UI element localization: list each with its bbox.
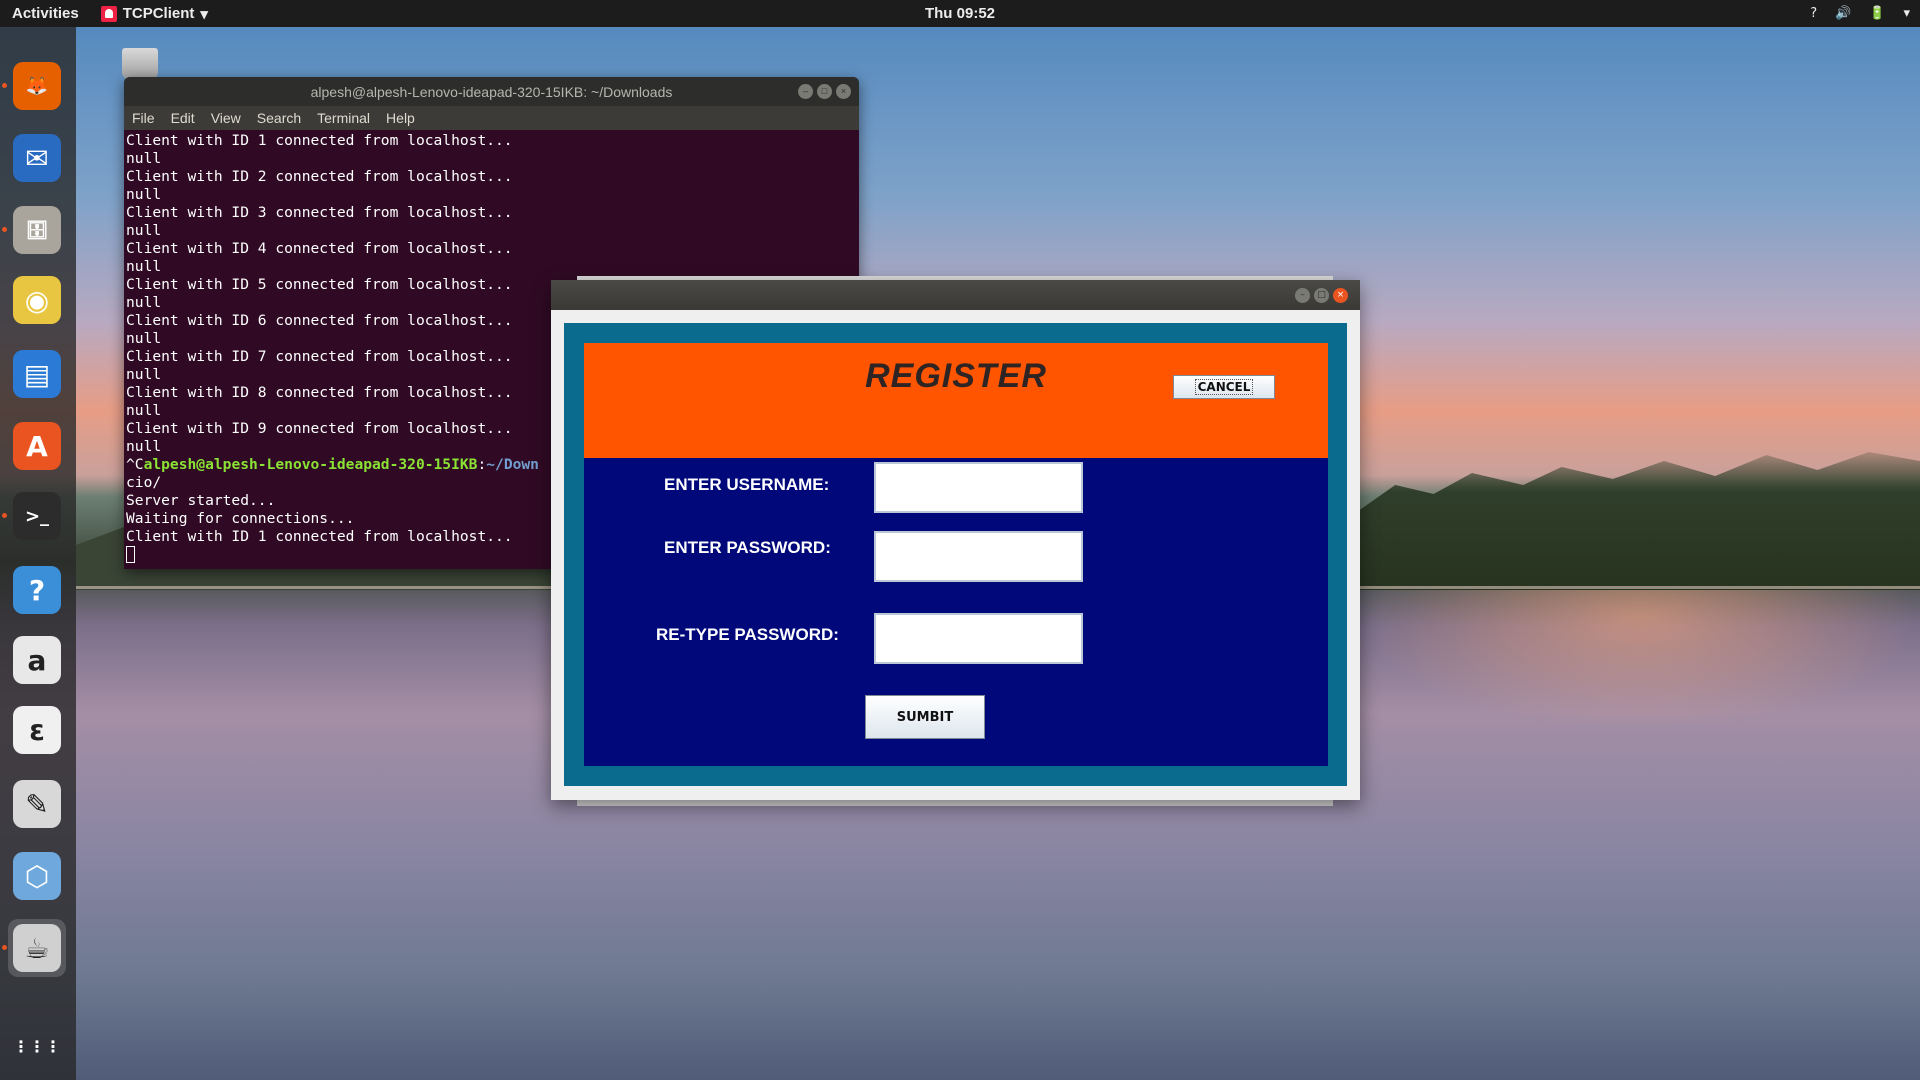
terminal-line: Client with ID 3 connected from localhos…	[126, 204, 513, 221]
password-field[interactable]	[874, 531, 1083, 582]
dock-item[interactable]: ✉	[8, 129, 66, 187]
terminal-titlebar[interactable]: alpesh@alpesh-Lenovo-ideapad-320-15IKB: …	[124, 77, 859, 106]
app-menu-label: TCPClient	[122, 5, 195, 22]
dock-item[interactable]: A	[8, 417, 66, 475]
battery-icon: 🔋	[1869, 6, 1886, 21]
username-field[interactable]	[874, 462, 1083, 513]
minimize-icon[interactable]: –	[798, 84, 813, 99]
dock-item[interactable]: a	[8, 631, 66, 689]
running-indicator	[2, 513, 7, 518]
dock: 🦊 ✉ 🗄 ◉ ▤ A >_? a ε ✎ ⬡ ☕ ⋮⋮⋮	[0, 27, 76, 1080]
dock-item[interactable]: >_	[8, 487, 66, 545]
wallpaper-reflection	[1360, 590, 1920, 730]
help-indicator-icon: ?	[1810, 6, 1818, 21]
register-form: ENTER USERNAME: ENTER PASSWORD: RE-TYPE …	[584, 458, 1328, 766]
dock-item[interactable]: ⬡	[8, 847, 66, 905]
dock-item[interactable]: 🦊	[8, 57, 66, 115]
prompt-separator: :	[477, 456, 487, 473]
terminal-line: Client with ID 1 connected from localhos…	[126, 132, 513, 149]
username-label: ENTER USERNAME:	[664, 475, 830, 494]
terminal-line: Client with ID 2 connected from localhos…	[126, 168, 513, 185]
terminal-line: null	[126, 150, 162, 167]
menu-help[interactable]: Help	[386, 110, 415, 126]
register-panel: REGISTER CANCEL ENTER USERNAME: ENTER PA…	[564, 323, 1347, 786]
java-app-icon: ☕	[13, 924, 61, 972]
system-status-menu[interactable]: ? 🔊 🔋 ▾	[1810, 6, 1910, 21]
acrobat-reader-icon: ε	[13, 706, 61, 754]
terminal-line: Client with ID 4 connected from localhos…	[126, 240, 513, 257]
terminal-title: alpesh@alpesh-Lenovo-ideapad-320-15IKB: …	[310, 83, 673, 100]
close-icon[interactable]: ×	[836, 84, 851, 99]
register-window[interactable]: – □ × REGISTER CANCEL ENTER USERNAME: EN…	[551, 280, 1360, 800]
help-icon: ?	[13, 566, 61, 614]
rhythmbox-icon: ◉	[13, 276, 61, 324]
libreoffice-writer-icon: ▤	[13, 350, 61, 398]
cursor-icon	[126, 546, 135, 563]
top-bar: Activities TCPClient ▾ Thu 09:52 ? 🔊 🔋 ▾	[0, 0, 1920, 27]
menu-search[interactable]: Search	[257, 110, 301, 126]
wallpaper-treeline	[1280, 452, 1920, 590]
running-indicator	[2, 83, 7, 88]
clock[interactable]: Thu 09:52	[925, 5, 995, 22]
dock-item[interactable]: ?	[8, 561, 66, 619]
maximize-icon[interactable]: □	[1314, 288, 1329, 303]
menu-file[interactable]: File	[132, 110, 155, 126]
dock-item[interactable]: ε	[8, 701, 66, 759]
volume-icon: 🔊	[1835, 6, 1852, 21]
virtualbox-icon: ⬡	[13, 852, 61, 900]
show-applications-icon[interactable]: ⋮⋮⋮	[8, 1017, 66, 1075]
register-header: REGISTER CANCEL	[584, 343, 1328, 458]
register-titlebar[interactable]: – □ ×	[551, 280, 1360, 310]
dock-item[interactable]: ▤	[8, 345, 66, 403]
terminal-menubar: File Edit View Search Terminal Help	[124, 106, 859, 130]
minimize-icon[interactable]: –	[1295, 288, 1310, 303]
prompt-path: ~/Down	[486, 456, 539, 473]
menu-view[interactable]: View	[211, 110, 241, 126]
register-title: REGISTER	[865, 357, 1047, 395]
software-center-icon: A	[13, 422, 61, 470]
running-indicator	[2, 227, 7, 232]
firefox-icon: 🦊	[13, 62, 61, 110]
thunderbird-icon: ✉	[13, 134, 61, 182]
terminal-line: null	[126, 222, 162, 239]
chevron-down-icon: ▾	[200, 5, 208, 23]
terminal-line: null	[126, 186, 162, 203]
amazon-icon: a	[13, 636, 61, 684]
prompt-prefix: ^C	[126, 456, 144, 473]
files-icon: 🗄	[13, 206, 61, 254]
dock-item[interactable]: 🗄	[8, 201, 66, 259]
menu-edit[interactable]: Edit	[171, 110, 195, 126]
trash-icon[interactable]	[122, 48, 158, 80]
activities-button[interactable]: Activities	[0, 5, 91, 22]
close-icon[interactable]: ×	[1333, 288, 1348, 303]
dock-item[interactable]: ☕	[8, 919, 66, 977]
terminal-icon: >_	[13, 492, 61, 540]
dock-item[interactable]: ✎	[8, 775, 66, 833]
java-app-icon	[100, 5, 117, 22]
chevron-down-icon: ▾	[1903, 6, 1910, 21]
retype-password-field[interactable]	[874, 613, 1083, 664]
terminal-line: null	[126, 258, 162, 275]
app-menu[interactable]: TCPClient ▾	[91, 5, 218, 23]
cancel-button[interactable]: CANCEL	[1173, 375, 1275, 399]
retype-password-label: RE-TYPE PASSWORD:	[656, 625, 839, 644]
maximize-icon[interactable]: □	[817, 84, 832, 99]
cancel-button-label: CANCEL	[1194, 379, 1254, 395]
password-label: ENTER PASSWORD:	[664, 538, 831, 557]
running-indicator	[2, 945, 7, 950]
text-editor-icon: ✎	[13, 780, 61, 828]
dock-item[interactable]: ◉	[8, 271, 66, 329]
submit-button[interactable]: SUMBIT	[865, 695, 985, 739]
menu-terminal[interactable]: Terminal	[317, 110, 370, 126]
prompt-user: alpesh@alpesh-Lenovo-ideapad-320-15IKB	[143, 456, 478, 473]
